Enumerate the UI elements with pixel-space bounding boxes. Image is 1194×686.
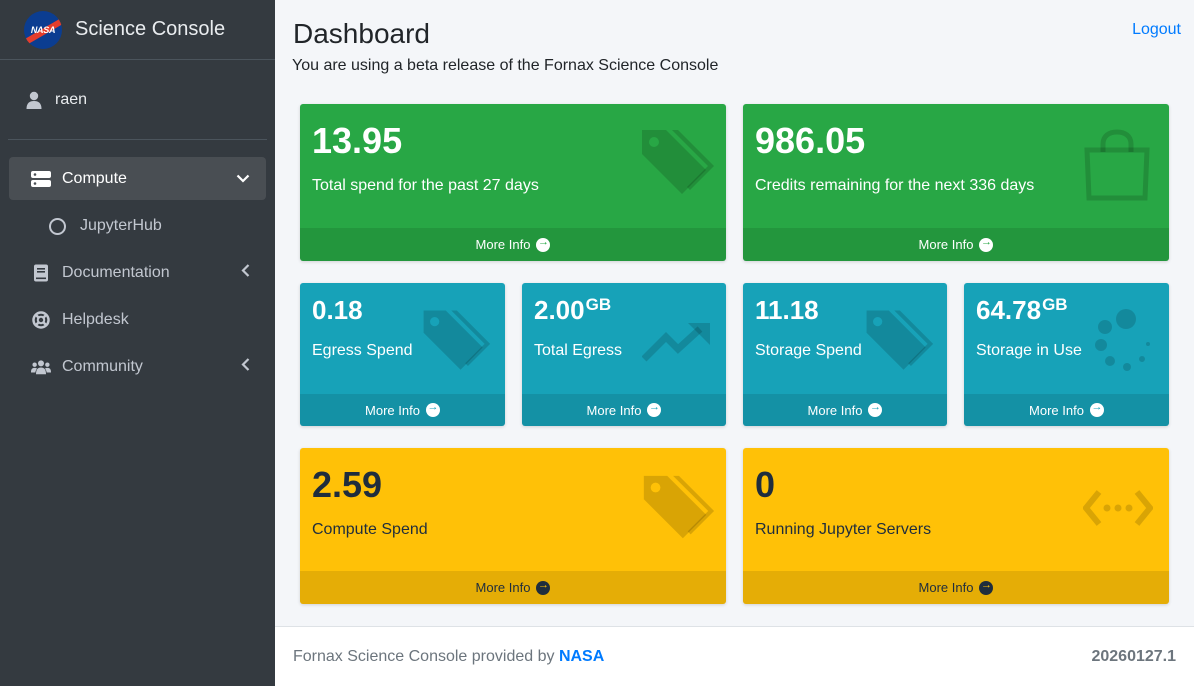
- ethernet-arrows-icon: [1083, 490, 1153, 526]
- total-egress-unit: GB: [585, 295, 612, 314]
- storage-use-label: Storage in Use: [976, 342, 1082, 359]
- version-label: 20260127.1: [1091, 647, 1176, 665]
- sidebar-item-documentation[interactable]: Documentation: [9, 251, 266, 294]
- page-subtitle: You are using a beta release of the Forn…: [292, 57, 719, 74]
- life-ring-icon: [31, 310, 51, 329]
- chevron-down-icon: [236, 170, 250, 188]
- arrow-circle-right-icon: [979, 236, 994, 252]
- egress-spend-card: 0.18 Egress Spend More Info: [300, 283, 505, 426]
- more-info-label: More Info: [918, 580, 974, 595]
- sidebar-item-community[interactable]: Community: [9, 345, 266, 388]
- tags-icon: [423, 310, 491, 370]
- circle-icon: [49, 217, 66, 235]
- more-info-label: More Info: [1029, 402, 1084, 418]
- egress-spend-value: 0.18: [312, 295, 363, 325]
- credits-card: 986.05 Credits remaining for the next 33…: [743, 104, 1169, 261]
- sidebar: NASA Science Console raen Compute Jupyte…: [0, 0, 275, 686]
- arrow-circle-right-icon: [868, 401, 883, 417]
- jupyter-servers-label: Running Jupyter Servers: [755, 521, 932, 538]
- credits-label: Credits remaining for the next 336 days: [755, 177, 1035, 194]
- arrow-circle-right-icon: [1089, 401, 1104, 417]
- credits-value: 986.05: [755, 120, 866, 161]
- user-icon: [26, 91, 42, 109]
- chart-line-up-icon: [642, 323, 710, 362]
- storage-use-value: 64.78GB: [976, 295, 1068, 325]
- logout-link[interactable]: Logout: [1132, 21, 1181, 39]
- total-spend-card: 13.95 Total spend for the past 27 days M…: [300, 104, 726, 261]
- total-spend-label: Total spend for the past 27 days: [312, 177, 539, 194]
- footer-text: Fornax Science Console provided by: [293, 647, 555, 665]
- server-icon: [31, 170, 51, 188]
- storage-use-card: 64.78GB Storage in Use More Info: [964, 283, 1169, 426]
- egress-spend-more-info[interactable]: More Info: [300, 394, 505, 426]
- total-egress-value: 2.00GB: [534, 295, 612, 325]
- sidebar-item-helpdesk[interactable]: Helpdesk: [9, 298, 266, 341]
- compute-spend-label: Compute Spend: [312, 521, 428, 538]
- tags-icon: [643, 475, 715, 539]
- nasa-link[interactable]: NASA: [559, 648, 604, 665]
- sidebar-nav: Compute JupyterHub Documentation Helpdes…: [0, 140, 275, 388]
- more-info-label: More Info: [475, 580, 531, 595]
- more-info-label: More Info: [475, 237, 531, 252]
- compute-spend-more-info[interactable]: More Info: [300, 571, 726, 604]
- arrow-circle-right-icon: [536, 236, 551, 252]
- sidebar-item-label: Helpdesk: [62, 310, 129, 328]
- total-egress-label: Total Egress: [534, 342, 623, 359]
- total-egress-card: 2.00GB Total Egress More Info: [522, 283, 726, 426]
- chevron-left-icon: [241, 357, 250, 376]
- more-info-label: More Info: [918, 237, 974, 252]
- more-info-label: More Info: [365, 402, 420, 418]
- brand-link[interactable]: NASA Science Console: [0, 0, 275, 60]
- jupyter-servers-card: 0 Running Jupyter Servers More Info: [743, 448, 1169, 604]
- more-info-label: More Info: [586, 402, 642, 418]
- compute-spend-card: 2.59 Compute Spend More Info: [300, 448, 726, 604]
- nasa-logo-icon: NASA: [24, 10, 62, 49]
- page-title: Dashboard: [293, 18, 430, 49]
- page-footer: Fornax Science Console provided by NASA …: [275, 626, 1194, 686]
- arrow-circle-right-icon: [536, 579, 551, 595]
- brand-title: Science Console: [75, 18, 226, 40]
- shopping-bag-icon: [1084, 129, 1150, 201]
- jupyter-servers-value: 0: [755, 464, 776, 505]
- storage-use-unit: GB: [1042, 295, 1068, 314]
- user-panel[interactable]: raen: [8, 60, 267, 140]
- main-content: Dashboard You are using a beta release o…: [275, 0, 1194, 626]
- book-icon: [31, 264, 51, 282]
- sidebar-item-compute[interactable]: Compute: [9, 157, 266, 200]
- arrow-circle-right-icon: [647, 401, 662, 417]
- sidebar-item-label: Community: [62, 357, 143, 375]
- storage-spend-label: Storage Spend: [755, 342, 862, 359]
- spinner-icon: [1095, 309, 1150, 371]
- chevron-left-icon: [241, 263, 250, 282]
- user-name: raen: [55, 90, 88, 108]
- total-spend-more-info[interactable]: More Info: [300, 228, 726, 261]
- arrow-circle-right-icon: [979, 579, 994, 595]
- footer-credit: Fornax Science Console provided by NASA: [293, 648, 604, 666]
- tags-icon: [866, 310, 934, 370]
- more-info-label: More Info: [807, 402, 863, 418]
- users-icon: [31, 358, 51, 376]
- sidebar-item-jupyterhub[interactable]: JupyterHub: [9, 204, 266, 248]
- total-spend-value: 13.95: [312, 120, 403, 161]
- storage-spend-card: 11.18 Storage Spend More Info: [743, 283, 947, 426]
- egress-spend-label: Egress Spend: [312, 342, 413, 359]
- sidebar-item-label: Documentation: [62, 263, 170, 281]
- sidebar-item-label: Compute: [62, 169, 127, 187]
- arrow-circle-right-icon: [425, 401, 440, 417]
- total-egress-more-info[interactable]: More Info: [522, 394, 726, 426]
- compute-spend-value: 2.59: [312, 464, 383, 505]
- sidebar-item-label: JupyterHub: [80, 217, 162, 234]
- storage-spend-value: 11.18: [755, 295, 819, 325]
- tags-icon: [642, 130, 714, 194]
- storage-use-more-info[interactable]: More Info: [964, 394, 1169, 426]
- storage-spend-more-info[interactable]: More Info: [743, 394, 947, 426]
- jupyter-servers-more-info[interactable]: More Info: [743, 571, 1169, 604]
- credits-more-info[interactable]: More Info: [743, 228, 1169, 261]
